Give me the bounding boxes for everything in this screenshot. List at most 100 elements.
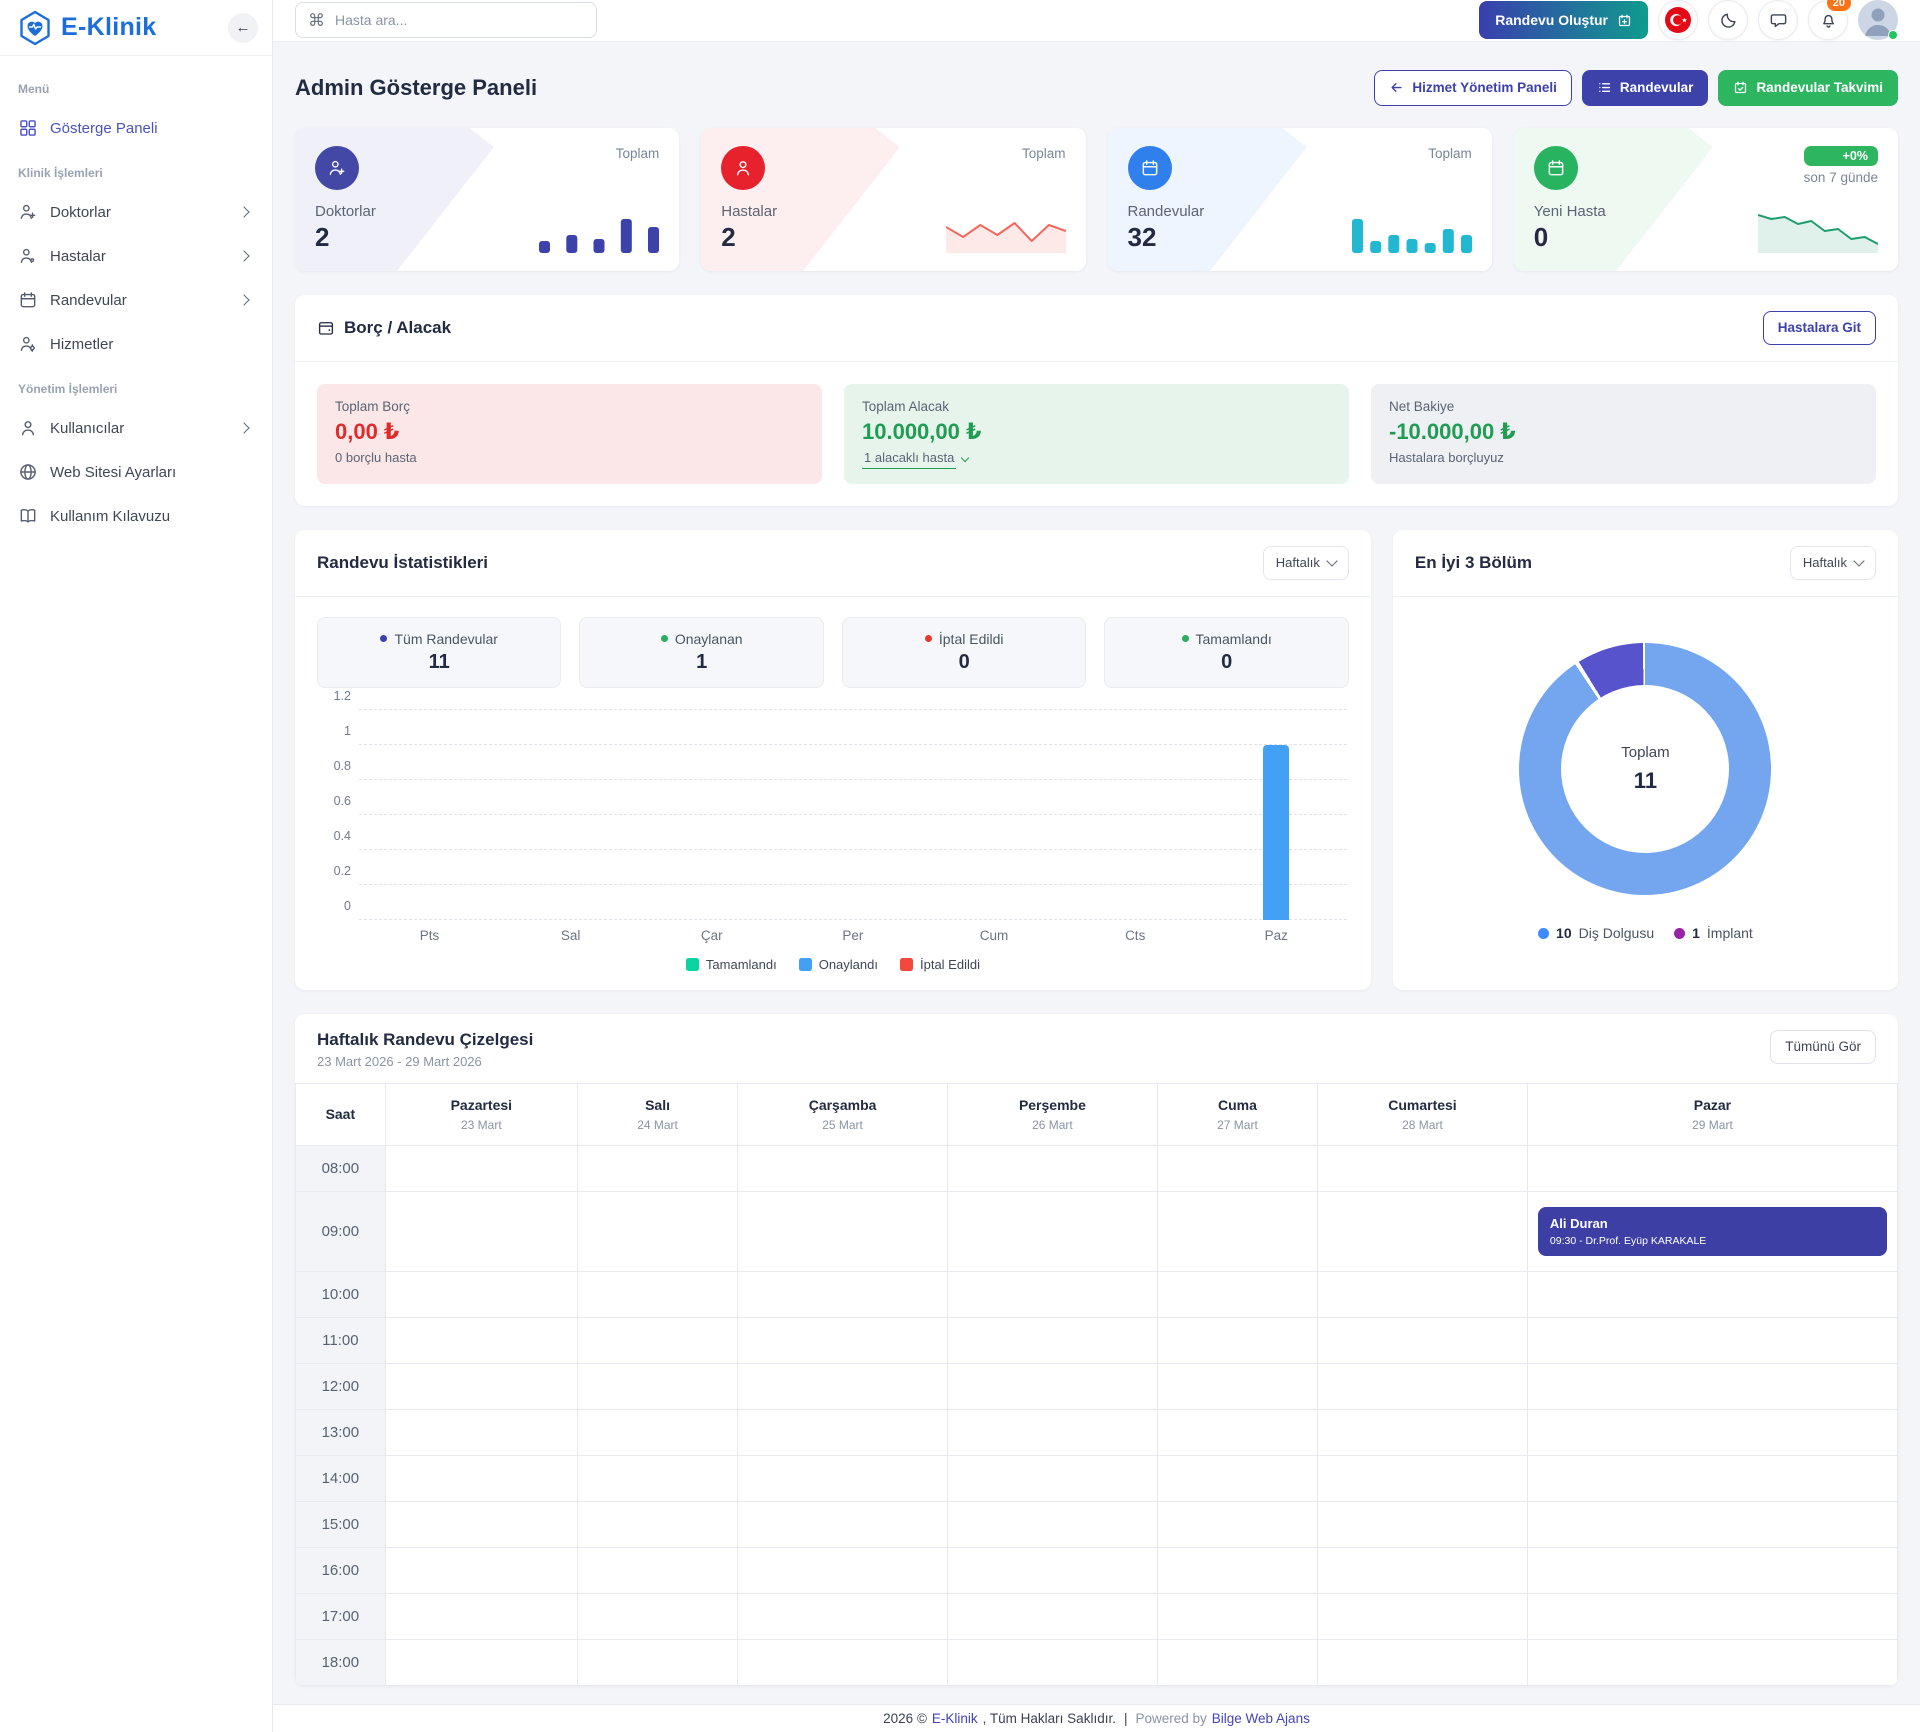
finance-card-subtext-label[interactable]: 1 alacaklı hasta: [862, 450, 956, 469]
schedule-cell: [1318, 1547, 1528, 1593]
time-slot-label: 16:00: [296, 1547, 386, 1593]
appointment-stats-period-select[interactable]: Haftalık: [1263, 546, 1349, 580]
schedule-cell: [1157, 1271, 1317, 1317]
finance-section: Borç / Alacak Hastalara Git Toplam Borç0…: [295, 295, 1898, 506]
sidebar-item-web-sitesi-ayarlar[interactable]: Web Sitesi Ayarları: [18, 450, 254, 494]
schedule-cell: [385, 1593, 577, 1639]
chat-bubble-icon: [1769, 11, 1788, 30]
growth-badge: +0%: [1804, 146, 1878, 166]
chevron-down-icon[interactable]: [961, 454, 969, 462]
y-axis-tick-label: 0.6: [315, 794, 351, 808]
sidebar-item-hastalar[interactable]: Hastalar: [18, 234, 254, 278]
schedule-cell: [1157, 1593, 1317, 1639]
sidebar-item-label: Kullanıcılar: [50, 420, 124, 437]
sidebar-collapse-button[interactable]: ←: [228, 13, 258, 43]
appointment-detail: 09:30 - Dr.Prof. Eyüp KARAKALE: [1550, 1235, 1875, 1247]
app-logo[interactable]: E-Klinik: [16, 9, 156, 47]
stat-box-value: 1: [590, 651, 812, 674]
stat-box-value: 0: [853, 651, 1075, 674]
schedule-row-15-00: 15:00: [296, 1501, 1898, 1547]
schedule-cell: [577, 1317, 737, 1363]
service-icon: [18, 334, 38, 354]
schedule-row-11-00: 11:00: [296, 1317, 1898, 1363]
schedule-cell: [1527, 1455, 1897, 1501]
language-flag-button[interactable]: [1658, 0, 1698, 40]
appointment-card[interactable]: Ali Duran 09:30 - Dr.Prof. Eyüp KARAKALE: [1538, 1207, 1887, 1256]
user-avatar[interactable]: [1858, 0, 1898, 40]
sidebar-nav: MenüGösterge PaneliKlinik İşlemleriDokto…: [0, 56, 272, 548]
schedule-cell: [738, 1191, 948, 1271]
finance-card-label: Toplam Alacak: [862, 399, 1331, 414]
sidebar-item-hizmetler[interactable]: Hizmetler: [18, 322, 254, 366]
x-axis-label: Cum: [924, 928, 1065, 943]
dark-mode-toggle[interactable]: [1708, 0, 1748, 40]
legend-value: 10: [1556, 925, 1572, 941]
stat-box-i-ptal-edildi: İptal Edildi0: [842, 617, 1086, 688]
x-axis-label: Çar: [641, 928, 782, 943]
day-name: Salı: [584, 1097, 731, 1113]
stat-period-tag: son 7 günde: [1804, 170, 1878, 185]
schedule-row-13-00: 13:00: [296, 1409, 1898, 1455]
notifications-button[interactable]: 20: [1808, 0, 1848, 40]
go-to-patients-button[interactable]: Hastalara Git: [1763, 311, 1876, 345]
top-sections-period-select[interactable]: Haftalık: [1790, 546, 1876, 580]
day-name: Pazartesi: [392, 1097, 571, 1113]
schedule-cell: [385, 1639, 577, 1685]
list-icon: [1597, 80, 1612, 95]
stat-card-randevular: Randevular32Toplam: [1108, 128, 1492, 271]
bar-column-cts: [1065, 710, 1206, 920]
bar-chart-x-axis: PtsSalÇarPerCumCtsPaz: [359, 920, 1347, 945]
schedule-cell: [947, 1271, 1157, 1317]
time-slot-label: 11:00: [296, 1317, 386, 1363]
donut-legend: 10Diş Dolgusu 1İmplant: [1538, 925, 1753, 941]
appointments-calendar-button[interactable]: Randevular Takvimi: [1718, 70, 1898, 106]
schedule-cell: [1157, 1547, 1317, 1593]
sidebar-item-g-sterge-paneli[interactable]: Gösterge Paneli: [18, 106, 254, 150]
doctor-icon: [18, 202, 38, 222]
service-management-button[interactable]: Hizmet Yönetim Paneli: [1374, 70, 1572, 106]
stat-box-label: Onaylanan: [675, 631, 743, 647]
day-name: Pazar: [1534, 1097, 1891, 1113]
create-appointment-button[interactable]: Randevu Oluştur: [1479, 1, 1648, 39]
schedule-cell: [577, 1639, 737, 1685]
y-axis-tick-label: 1.2: [315, 689, 351, 703]
y-axis-tick-label: 0.4: [315, 829, 351, 843]
schedule-cell: [1318, 1593, 1528, 1639]
schedule-row-16-00: 16:00: [296, 1547, 1898, 1593]
footer-agency-link[interactable]: Bilge Web Ajans: [1212, 1711, 1310, 1726]
sidebar-item-doktorlar[interactable]: Doktorlar: [18, 190, 254, 234]
sidebar-item-randevular[interactable]: Randevular: [18, 278, 254, 322]
schedule-cell: [738, 1639, 948, 1685]
y-axis-tick-label: 0: [315, 899, 351, 913]
footer-brand-link[interactable]: E-Klinik: [932, 1711, 978, 1726]
stat-icon-doktorlar: [315, 146, 359, 190]
appointment-stats-title: Randevu İstatistikleri: [317, 553, 488, 573]
view-all-button[interactable]: Tümünü Gör: [1770, 1030, 1876, 1064]
stat-period-tag: Toplam: [1428, 146, 1472, 161]
schedule-date-range: 23 Mart 2026 - 29 Mart 2026: [317, 1054, 533, 1069]
sidebar-section-label: Yönetim İşlemleri: [18, 382, 254, 396]
appointment-patient-name: Ali Duran: [1550, 1216, 1875, 1231]
messages-button[interactable]: [1758, 0, 1798, 40]
logo-hexagon-heart-icon: [16, 9, 54, 47]
day-date: 26 Mart: [954, 1118, 1151, 1132]
donut-legend-item-di-dolgusu: 10Diş Dolgusu: [1538, 925, 1654, 941]
sidebar-item-kullan-m-k-lavuzu[interactable]: Kullanım Kılavuzu: [18, 494, 254, 538]
schedule-cell: [1318, 1455, 1528, 1501]
patient-search-input[interactable]: [335, 12, 584, 28]
schedule-cell: [1527, 1363, 1897, 1409]
schedule-cell: [947, 1363, 1157, 1409]
patient-search[interactable]: ⌘: [295, 2, 597, 38]
schedule-cell: [947, 1547, 1157, 1593]
sidebar-item-kullan-c-lar[interactable]: Kullanıcılar: [18, 406, 254, 450]
chevron-right-icon: [238, 206, 249, 217]
schedule-cell: [1318, 1317, 1528, 1363]
schedule-day-header-ar-amba: Çarşamba25 Mart: [738, 1083, 948, 1145]
schedule-cell: [385, 1191, 577, 1271]
donut-legend-item-i-mplant: 1İmplant: [1674, 925, 1753, 941]
schedule-cell: [1157, 1317, 1317, 1363]
appointments-button[interactable]: Randevular: [1582, 70, 1709, 106]
finance-card-net-bakiye: Net Bakiye-10.000,00 ₺Hastalara borçluyu…: [1371, 384, 1876, 484]
y-axis-tick-label: 0.2: [315, 864, 351, 878]
sidebar-item-label: Web Sitesi Ayarları: [50, 464, 176, 481]
